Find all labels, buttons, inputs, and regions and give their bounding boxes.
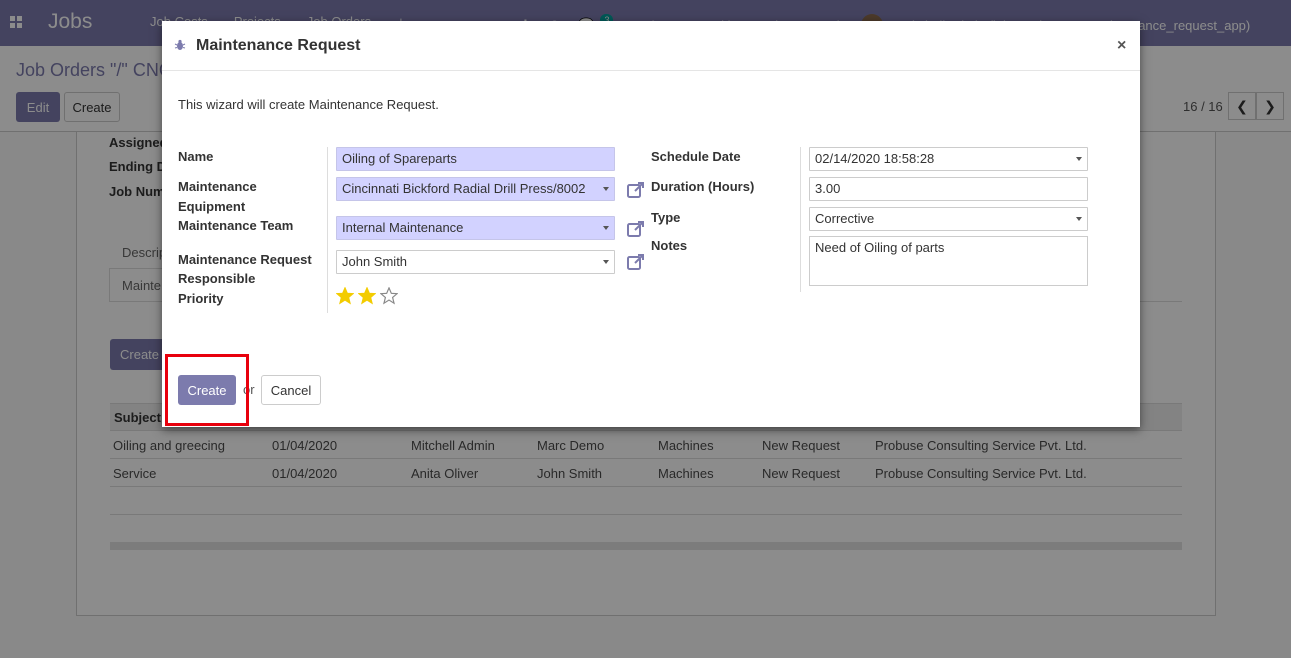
- dialog-title: Maintenance Request: [196, 37, 361, 54]
- star-icon[interactable]: [380, 287, 398, 305]
- responsible-label-line2: Responsible: [178, 271, 256, 286]
- schedule-date-label: Schedule Date: [651, 149, 741, 164]
- duration-input[interactable]: 3.00: [809, 177, 1088, 201]
- external-link-icon[interactable]: [626, 252, 646, 272]
- bug-icon: [174, 39, 186, 50]
- responsible-label-line1: Maintenance Request: [178, 252, 312, 267]
- wizard-intro-text: This wizard will create Maintenance Requ…: [178, 97, 439, 112]
- chevron-down-icon: [1076, 157, 1082, 161]
- chevron-down-icon: [1076, 217, 1082, 221]
- type-value: Corrective: [815, 211, 875, 226]
- team-value: Internal Maintenance: [342, 220, 464, 235]
- chevron-down-icon: [603, 260, 609, 264]
- cancel-button[interactable]: Cancel: [261, 375, 321, 405]
- schedule-date-value: 02/14/2020 18:58:28: [815, 151, 935, 166]
- maintenance-request-dialog: Maintenance Request × This wizard will c…: [162, 21, 1140, 427]
- close-icon[interactable]: ×: [1117, 37, 1126, 55]
- dialog-header: Maintenance Request ×: [162, 21, 1140, 71]
- right-column-separator: [800, 147, 801, 292]
- responsible-value: John Smith: [342, 254, 408, 269]
- team-label: Maintenance Team: [178, 218, 294, 233]
- type-select[interactable]: Corrective: [809, 207, 1088, 231]
- chevron-down-icon: [603, 226, 609, 230]
- name-label: Name: [178, 149, 214, 164]
- notes-label: Notes: [651, 238, 688, 253]
- equipment-label-line2: Equipment: [178, 199, 246, 214]
- schedule-date-input[interactable]: 02/14/2020 18:58:28: [809, 147, 1088, 171]
- equipment-value: Cincinnati Bickford Radial Drill Press/8…: [342, 181, 586, 196]
- left-column-separator: [327, 147, 328, 313]
- team-select[interactable]: Internal Maintenance: [336, 216, 615, 240]
- responsible-select[interactable]: John Smith: [336, 250, 615, 274]
- external-link-icon[interactable]: [626, 180, 646, 200]
- priority-stars: [336, 287, 398, 305]
- duration-label: Duration (Hours): [651, 179, 755, 194]
- create-button-highlight: [165, 354, 249, 426]
- priority-label: Priority: [178, 291, 224, 306]
- external-link-icon[interactable]: [626, 219, 646, 239]
- notes-textarea[interactable]: Need of Oiling of parts: [809, 236, 1088, 286]
- name-input[interactable]: Oiling of Spareparts: [336, 147, 615, 171]
- star-icon[interactable]: [336, 287, 354, 305]
- star-icon[interactable]: [358, 287, 376, 305]
- type-label: Type: [651, 210, 681, 225]
- chevron-down-icon: [603, 187, 609, 191]
- equipment-select[interactable]: Cincinnati Bickford Radial Drill Press/8…: [336, 177, 615, 201]
- equipment-label-line1: Maintenance: [178, 179, 257, 194]
